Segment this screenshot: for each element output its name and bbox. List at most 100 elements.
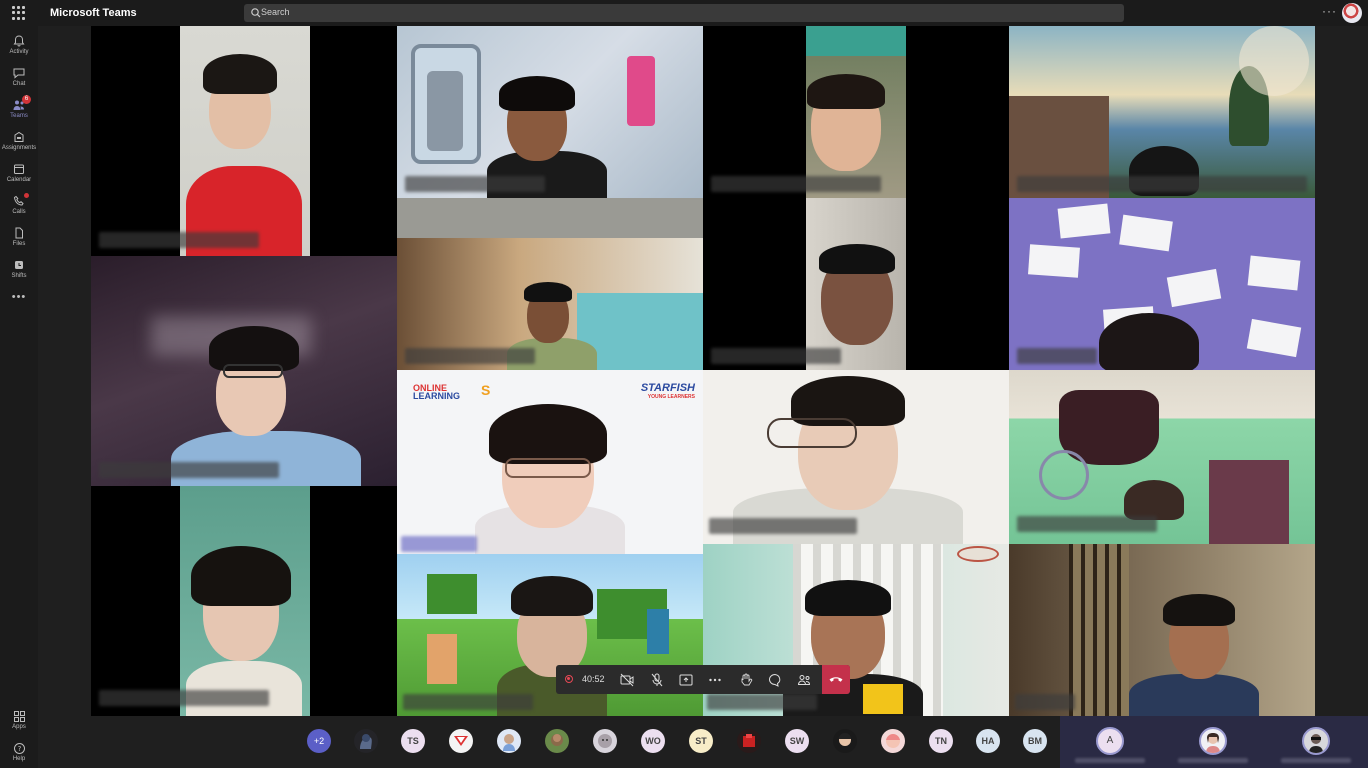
app-rail: Activity Chat 6 Teams Assignments Calend… <box>0 26 38 768</box>
participant-hair <box>489 404 607 464</box>
rail-item-assignments[interactable]: Assignments <box>0 126 38 156</box>
participant-avatar[interactable] <box>497 729 521 753</box>
mic-off-icon[interactable] <box>648 671 666 689</box>
video-tile[interactable] <box>703 370 1009 544</box>
app-launcher-icon[interactable] <box>12 6 26 20</box>
participant-avatar[interactable]: ST <box>689 729 713 753</box>
avatar-image <box>503 734 515 751</box>
pinned-participants: A <box>1060 716 1368 768</box>
participant-name-tag <box>99 462 279 478</box>
participant-avatar[interactable] <box>737 729 761 753</box>
participant-name-tag <box>405 348 535 364</box>
participant-hair <box>524 282 572 302</box>
participant-avatar[interactable]: BM <box>1023 729 1047 753</box>
glasses <box>223 364 283 378</box>
pinned-name <box>1075 758 1145 763</box>
participant-hair <box>1163 594 1235 626</box>
search-box[interactable] <box>244 4 1124 22</box>
participant-avatar[interactable] <box>833 729 857 753</box>
video-tile[interactable] <box>703 198 1009 370</box>
background-card <box>1057 203 1111 239</box>
rail-item-calendar[interactable]: Calendar <box>0 158 38 188</box>
rail-item-teams[interactable]: 6 Teams <box>0 94 38 124</box>
leave-call-button[interactable] <box>822 665 850 694</box>
participant-name-tag <box>1017 176 1307 192</box>
search-input[interactable] <box>261 7 461 17</box>
participant-hair <box>191 546 291 606</box>
pinned-avatar[interactable] <box>1302 727 1330 755</box>
background-character <box>647 609 669 654</box>
video-tile[interactable] <box>397 198 703 370</box>
pinned-avatar[interactable] <box>1199 727 1227 755</box>
participant-body <box>186 661 302 716</box>
participant-avatar[interactable] <box>881 729 905 753</box>
video-tile[interactable]: ONLINE LEARNING S STARFISH YOUNG LEARNERS <box>397 370 703 554</box>
title-bar: Microsoft Teams ··· <box>0 0 1368 26</box>
background-card <box>1247 255 1301 291</box>
participant-avatar[interactable] <box>354 729 378 753</box>
participant-name-tag <box>1017 516 1157 532</box>
participant-avatar[interactable]: TS <box>401 729 425 753</box>
participant-avatar[interactable]: SW <box>785 729 809 753</box>
rail-item-apps[interactable]: Apps <box>0 710 38 730</box>
rail-item-activity[interactable]: Activity <box>0 30 38 60</box>
rail-label: Shifts <box>11 273 27 279</box>
participant-hair <box>1099 313 1199 370</box>
more-apps-icon[interactable]: ••• <box>0 291 38 303</box>
participant-avatar[interactable]: WO <box>641 729 665 753</box>
overflow-participants-button[interactable]: +2 <box>307 729 331 753</box>
participants-icon[interactable] <box>795 671 813 689</box>
more-actions-icon[interactable] <box>706 671 724 689</box>
share-screen-icon[interactable] <box>677 671 695 689</box>
video-tile[interactable] <box>1009 370 1315 544</box>
more-options-icon[interactable]: ··· <box>1322 4 1337 18</box>
participant-avatar[interactable]: HA <box>976 729 1000 753</box>
video-tile[interactable] <box>703 26 1009 198</box>
bell-icon <box>13 35 25 47</box>
assignments-icon <box>14 131 24 142</box>
background-fan <box>1039 450 1089 500</box>
rail-item-shifts[interactable]: Shifts <box>0 254 38 284</box>
avatar-image <box>1309 734 1323 753</box>
participant-avatar[interactable] <box>593 729 617 753</box>
rail-item-chat[interactable]: Chat <box>0 62 38 92</box>
pinned-avatar[interactable]: A <box>1096 727 1124 755</box>
svg-text:?: ? <box>17 745 21 753</box>
participant-roster: +2 TS WO ST SW TN HA BM <box>38 716 1060 768</box>
camera-off-icon[interactable] <box>618 671 636 689</box>
online-learning-logo: ONLINE LEARNING <box>413 384 460 401</box>
participant-body <box>1129 674 1259 716</box>
participant-name-tag <box>99 232 259 248</box>
video-tile[interactable] <box>397 26 703 198</box>
rail-item-help[interactable]: ? Help <box>0 742 38 762</box>
rail-item-files[interactable]: Files <box>0 222 38 252</box>
video-tile[interactable] <box>91 26 397 256</box>
video-tile[interactable] <box>91 256 397 486</box>
logo-text-starfish: STARFISH <box>640 382 695 394</box>
participant-avatar[interactable] <box>545 729 569 753</box>
video-tile[interactable] <box>1009 26 1315 198</box>
participant-hair <box>807 74 885 109</box>
rail-label: Help <box>12 756 26 762</box>
logo-text-learning: LEARNING <box>413 391 460 401</box>
meeting-chat-icon[interactable] <box>766 671 784 689</box>
video-tile[interactable] <box>91 486 397 716</box>
rail-label: Calls <box>12 209 26 215</box>
call-controls: 40:52 <box>556 665 850 694</box>
calendar-icon <box>14 164 24 174</box>
background-ceiling <box>397 198 703 238</box>
raise-hand-icon[interactable] <box>737 671 755 689</box>
meeting-stage: ONLINE LEARNING S STARFISH YOUNG LEARNERS <box>38 26 1368 716</box>
avatar-image <box>743 734 755 747</box>
video-tile[interactable] <box>1009 198 1315 370</box>
participant-avatar[interactable] <box>449 729 473 753</box>
avatar-image <box>598 734 612 748</box>
background-tree <box>427 574 477 614</box>
participant-avatar[interactable]: TN <box>929 729 953 753</box>
calls-indicator <box>24 193 29 198</box>
participant-shirt <box>863 684 903 714</box>
profile-avatar[interactable] <box>1342 3 1362 23</box>
presenter-name-tag <box>401 536 477 552</box>
video-tile[interactable] <box>1009 544 1315 716</box>
rail-item-calls[interactable]: Calls <box>0 190 38 220</box>
